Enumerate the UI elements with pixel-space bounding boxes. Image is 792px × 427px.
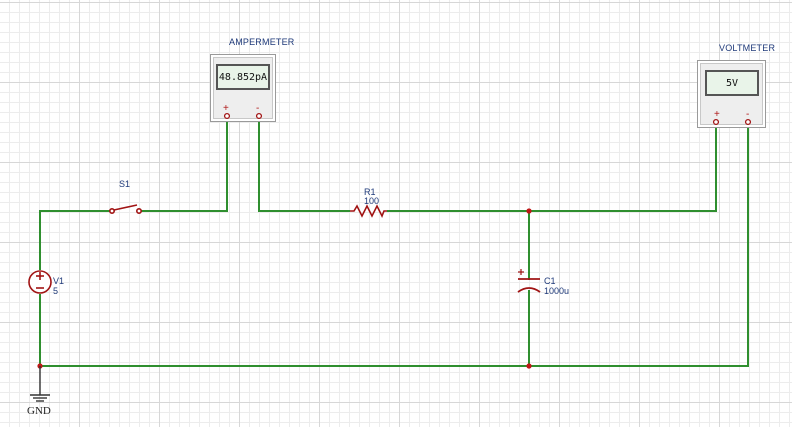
- switch-s1[interactable]: [109, 204, 143, 215]
- ground-label: GND: [27, 405, 51, 417]
- switch-lever: [113, 204, 138, 211]
- capacitor-label: C1: [544, 276, 556, 286]
- ammeter-minus-label: -: [256, 103, 260, 114]
- wire-ammeter-to-resistor[interactable]: [258, 118, 350, 212]
- junction-node-top: [526, 208, 532, 214]
- voltmeter-plus-label: +: [714, 109, 720, 120]
- wire-bottom-return[interactable]: [40, 124, 749, 367]
- switch-label: S1: [119, 179, 131, 189]
- switch-contact-right: [136, 208, 143, 215]
- junction-node-bottom: [526, 363, 532, 369]
- ammeter[interactable]: 48.852pA + -: [210, 54, 276, 122]
- capacitor-value: 1000u: [544, 286, 570, 296]
- voltage-source-v1[interactable]: [28, 270, 52, 294]
- junctions: [37, 208, 532, 369]
- ammeter-display: 48.852pA: [216, 64, 270, 90]
- ammeter-plus-label: +: [223, 103, 229, 114]
- voltmeter-title: VOLTMETER: [719, 43, 776, 53]
- wires: [39, 118, 749, 367]
- wire-left-top[interactable]: [39, 210, 110, 270]
- resistor-value: 100: [364, 196, 380, 206]
- switch-contact-left: [109, 208, 116, 215]
- wire-switch-to-ammeter[interactable]: [141, 118, 228, 212]
- ammeter-title: AMPERMETER: [229, 37, 295, 47]
- source-label: V1: [53, 276, 65, 286]
- ground-symbol[interactable]: [30, 366, 50, 402]
- schematic-canvas[interactable]: [0, 0, 792, 427]
- voltmeter[interactable]: 5V + -: [697, 60, 766, 128]
- source-value: 5: [53, 286, 59, 296]
- voltmeter-minus-label: -: [746, 109, 750, 120]
- resistor-r1[interactable]: [350, 204, 387, 218]
- wire-node-to-voltmeter-plus[interactable]: [529, 124, 717, 212]
- voltmeter-display: 5V: [705, 70, 759, 96]
